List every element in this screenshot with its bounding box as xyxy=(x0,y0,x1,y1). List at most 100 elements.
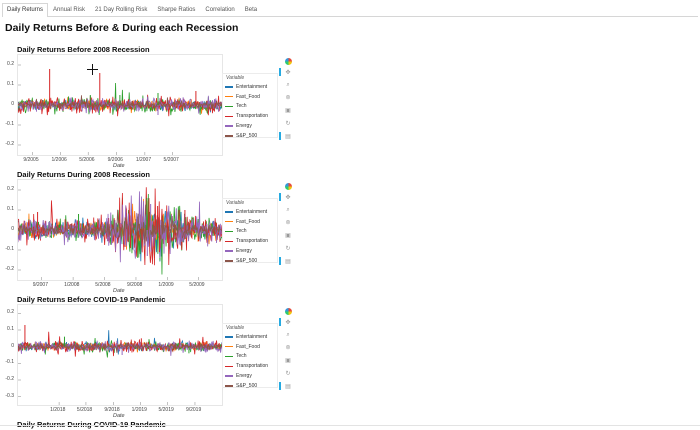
y-tick-label: -0.1 xyxy=(5,359,14,366)
x-tick-label: 1/2019 xyxy=(131,407,147,413)
legend-label: S&P_500 xyxy=(236,382,258,389)
plot-area[interactable] xyxy=(17,54,223,156)
chart-title: Daily Returns During 2008 Recession xyxy=(17,170,150,179)
legend-item[interactable]: Transportation xyxy=(223,236,277,246)
reset-icon[interactable]: ↻ xyxy=(282,118,294,128)
legend-swatch xyxy=(225,260,233,262)
legend-item[interactable]: Fast_Food xyxy=(223,342,277,352)
legend-swatch xyxy=(225,105,233,108)
bokeh-logo-icon xyxy=(282,56,294,66)
bokeh-logo-icon xyxy=(282,181,294,191)
hover-icon[interactable]: ▤ xyxy=(279,256,294,266)
x-tick-label: 1/2006 xyxy=(51,157,67,163)
y-tick-label: -0.2 xyxy=(5,266,14,272)
box-zoom-icon[interactable]: ⌕ xyxy=(282,80,294,90)
y-tick-label: -0.1 xyxy=(5,121,14,127)
legend-item[interactable]: Entertainment xyxy=(223,207,277,217)
legend-item[interactable]: Transportation xyxy=(223,361,277,371)
pan-icon[interactable]: ✥ xyxy=(279,67,294,77)
legend-item[interactable]: Tech xyxy=(223,102,277,112)
tab-correlation[interactable]: Correlation xyxy=(200,3,239,16)
pan-icon[interactable]: ✥ xyxy=(279,192,294,202)
legend-label: Entertainment xyxy=(236,333,268,340)
x-tick-label: 1/2008 xyxy=(64,282,80,288)
wheel-zoom-icon[interactable]: ⊚ xyxy=(282,92,294,102)
hover-icon[interactable]: ▤ xyxy=(279,381,294,391)
tab-beta[interactable]: Beta xyxy=(240,3,262,16)
legend-item[interactable]: Fast_Food xyxy=(223,217,277,227)
chart-title: Daily Returns Before COVID-19 Pandemic xyxy=(17,295,166,304)
bokeh-logo-icon xyxy=(282,306,294,316)
legend-label: Tech xyxy=(236,228,247,235)
legend-item[interactable]: S&P_500 xyxy=(223,131,277,141)
hover-icon[interactable]: ▤ xyxy=(279,131,294,141)
x-axis-label: Date xyxy=(113,163,125,169)
save-icon[interactable]: ▣ xyxy=(282,355,294,365)
tab-daily-returns[interactable]: Daily Returns xyxy=(2,3,49,17)
legend-swatch xyxy=(225,95,233,98)
legend-item[interactable]: S&P_500 xyxy=(223,381,277,391)
legend-title: Variable xyxy=(226,75,245,81)
x-tick-label: 1/2009 xyxy=(158,282,174,288)
legend: Variable Entertainment Fast_Food Tech Transp… xyxy=(222,198,278,266)
x-tick-label: 5/2019 xyxy=(158,407,174,413)
legend-swatch xyxy=(225,135,233,137)
legend-label: Transportation xyxy=(236,238,269,245)
y-tick-label: 0.2 xyxy=(7,186,14,192)
legend-label: Entertainment xyxy=(236,208,268,215)
bokeh-logo-mark xyxy=(284,307,292,315)
wheel-zoom-icon[interactable]: ⊚ xyxy=(282,217,294,227)
legend-item[interactable]: Fast_Food xyxy=(223,92,277,102)
reset-icon[interactable]: ↻ xyxy=(282,368,294,378)
legend-label: Fast_Food xyxy=(236,218,260,225)
x-tick-label: 9/2008 xyxy=(126,282,143,288)
legend-label: Tech xyxy=(236,353,247,360)
reset-icon[interactable]: ↻ xyxy=(282,243,294,253)
plot-area[interactable] xyxy=(17,304,223,406)
y-tick-label: 0.2 xyxy=(7,309,14,316)
save-icon[interactable]: ▣ xyxy=(282,105,294,115)
legend-swatch xyxy=(225,375,233,377)
y-tick-label: 0 xyxy=(11,342,14,349)
legend-item[interactable]: Energy xyxy=(223,121,277,131)
chart-panel-before-covid: Daily Returns Before COVID-19 Pandemic 0.… xyxy=(0,295,300,419)
plot-area[interactable] xyxy=(17,179,223,281)
legend-label: Transportation xyxy=(236,363,269,370)
x-tick-label: 9/2019 xyxy=(185,407,202,413)
x-tick-label: 5/2006 xyxy=(79,157,95,163)
legend-item[interactable]: Energy xyxy=(223,371,277,381)
legend-label: S&P_500 xyxy=(236,257,258,264)
tab-annual-risk[interactable]: Annual Risk xyxy=(48,3,90,16)
pan-icon[interactable]: ✥ xyxy=(279,317,294,327)
legend-item[interactable]: Entertainment xyxy=(223,332,277,342)
legend-swatch xyxy=(225,365,233,368)
legend-item[interactable]: Transportation xyxy=(223,111,277,121)
legend-label: Fast_Food xyxy=(236,343,260,350)
y-tick-label: -0.2 xyxy=(5,141,14,147)
legend-item[interactable]: Tech xyxy=(223,227,277,237)
box-zoom-icon[interactable]: ⌕ xyxy=(282,205,294,215)
legend-swatch xyxy=(225,240,233,243)
legend-swatch xyxy=(225,115,233,118)
save-icon[interactable]: ▣ xyxy=(282,230,294,240)
plot-svg xyxy=(18,313,222,405)
box-zoom-icon[interactable]: ⌕ xyxy=(282,330,294,340)
legend: Variable Entertainment Fast_Food Tech Transp… xyxy=(222,73,278,141)
chart-panel-before-2008: Daily Returns Before 2008 Recession 0.2 0.… xyxy=(0,45,300,169)
x-axis-label: Date xyxy=(113,413,125,419)
legend-item[interactable]: Entertainment xyxy=(223,82,277,92)
wheel-zoom-icon[interactable]: ⊚ xyxy=(282,342,294,352)
tab-sharpe-ratios[interactable]: Sharpe Ratios xyxy=(152,3,200,16)
legend-title: Variable xyxy=(226,325,245,331)
legend-swatch xyxy=(225,385,233,387)
legend-item[interactable]: Energy xyxy=(223,246,277,256)
tab-21-day-rolling-risk[interactable]: 21 Day Rolling Risk xyxy=(90,3,152,16)
legend-item[interactable]: S&P_500 xyxy=(223,256,277,266)
y-tick-label: 0 xyxy=(11,226,14,232)
legend-item[interactable]: Tech xyxy=(223,352,277,362)
y-tick-label: 0.2 xyxy=(7,61,14,67)
legend-swatch xyxy=(225,220,233,223)
legend-label: Entertainment xyxy=(236,83,268,90)
chart-panel-during-2008: Daily Returns During 2008 Recession 0.2 0.… xyxy=(0,170,300,294)
legend-swatch xyxy=(225,125,233,127)
